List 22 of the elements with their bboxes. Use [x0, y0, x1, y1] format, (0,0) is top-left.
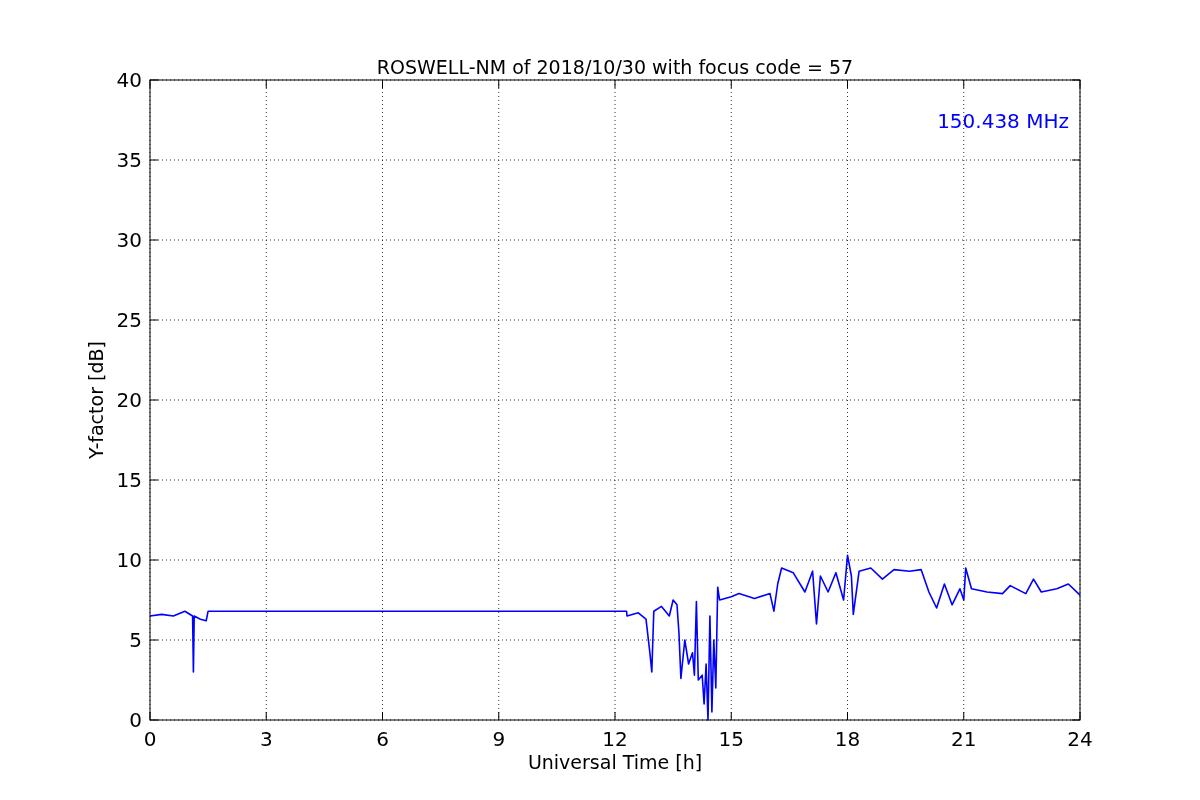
- tick-label: 3: [259, 727, 273, 751]
- tick-label: 15: [116, 468, 142, 492]
- axis-label: Universal Time [h]: [527, 751, 703, 773]
- tick-label: 35: [116, 148, 142, 172]
- tick-label: 9: [492, 727, 506, 751]
- chart-title: ROSWELL-NM of 2018/10/30 with focus code = 57: [376, 56, 854, 78]
- tick-label: 20: [116, 388, 142, 412]
- tick-label: 21: [951, 727, 977, 751]
- tick-label: 6: [376, 727, 389, 751]
- tick-label: 24: [1067, 727, 1093, 751]
- axis-label: Y-factor [dB]: [85, 341, 107, 459]
- tick-label: 0: [143, 727, 157, 751]
- tick-label: 30: [116, 228, 142, 252]
- tick-label: 15: [718, 727, 744, 751]
- tick-label: 12: [602, 727, 628, 751]
- tick-label: 0: [129, 708, 142, 732]
- tick-label: 18: [834, 727, 861, 751]
- tick-label: 40: [116, 68, 142, 92]
- series-label: 150.438 MHz: [937, 109, 1069, 133]
- tick-label: 10: [116, 548, 142, 572]
- tick-label: 5: [129, 628, 142, 652]
- tick-label: 25: [116, 308, 142, 332]
